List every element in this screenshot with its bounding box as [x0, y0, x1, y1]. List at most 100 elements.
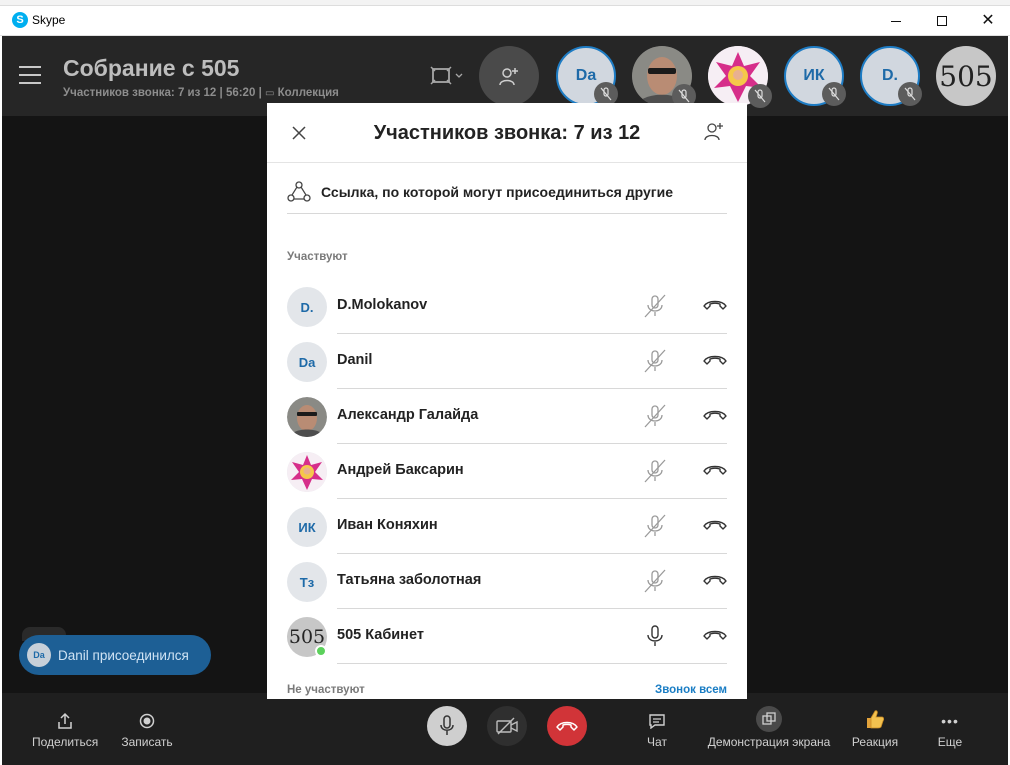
join-message: Danil присоединился — [58, 647, 189, 663]
participant-row[interactable]: D. D.Molokanov — [287, 279, 727, 334]
titlebar-top-strip — [0, 0, 1010, 6]
screen-share-button[interactable]: Демонстрация экрана — [705, 706, 833, 749]
more-icon: ••• — [941, 713, 959, 729]
participant-avatar-top[interactable] — [708, 46, 772, 108]
microphone-muted-icon[interactable] — [642, 403, 668, 429]
more-button[interactable]: ••• Еще — [932, 711, 968, 749]
chat-button[interactable]: Чат — [637, 711, 677, 749]
layout-switch-button[interactable] — [430, 66, 466, 86]
participant-name: D.Molokanov — [337, 297, 428, 313]
microphone-muted-icon[interactable] — [642, 568, 668, 594]
invite-link-row[interactable]: Ссылка, по которой могут присоединиться … — [287, 171, 727, 214]
row-divider — [337, 663, 727, 664]
add-participant-button[interactable] — [479, 46, 539, 106]
avatar: Тз — [287, 562, 327, 602]
app-title: Skype — [32, 13, 66, 27]
join-notification: Da Danil присоединился — [19, 635, 211, 675]
microphone-muted-icon[interactable] — [642, 293, 668, 319]
participant-avatar-top[interactable]: Da — [556, 46, 618, 106]
gallery-icon: ▭ — [264, 88, 275, 99]
thumbs-up-icon — [850, 710, 900, 731]
close-icon: ✕ — [981, 12, 995, 29]
participant-avatar-top[interactable]: 505 — [936, 46, 996, 106]
close-window-button[interactable]: ✕ — [965, 8, 1010, 34]
participant-row[interactable]: Тз Татьяна заболотная — [287, 554, 727, 609]
separator: | — [219, 87, 223, 99]
participant-row[interactable]: ИК Иван Коняхин — [287, 499, 727, 554]
call-toolbar: Поделиться Записать Чат Демонстрация экр… — [2, 693, 1008, 765]
invite-link-label: Ссылка, по которой могут присоединиться … — [321, 184, 674, 200]
participant-row[interactable]: Александр Галайда — [287, 389, 727, 444]
participant-name: Андрей Баксарин — [337, 462, 464, 478]
microphone-button[interactable] — [427, 706, 467, 746]
online-status-icon — [315, 645, 327, 657]
avatar: ИК — [287, 507, 327, 547]
microphone-muted-icon[interactable] — [642, 348, 668, 374]
share-link-icon — [287, 181, 311, 202]
layout-icon — [430, 66, 463, 85]
hangup-icon — [556, 721, 578, 731]
call-all-link[interactable]: Звонок всем — [655, 684, 727, 696]
muted-badge-icon — [748, 84, 772, 108]
avatar: Da — [27, 643, 51, 667]
avatar — [287, 452, 327, 492]
participants-dialog: Участников звонка: 7 из 12 Ссылка, по ко… — [267, 103, 747, 699]
menu-icon[interactable] — [19, 66, 41, 84]
call-subtitle: Участников звонка: 7 из 12 | 56:20 | ▭ К… — [63, 87, 339, 99]
call-title: Собрание с 505 — [63, 55, 240, 81]
remove-from-call-icon[interactable] — [703, 353, 727, 369]
record-icon — [118, 711, 176, 731]
remove-from-call-icon[interactable] — [703, 628, 727, 644]
section-in-call: Участвуют — [287, 251, 348, 263]
maximize-icon — [937, 16, 947, 26]
avatar: Da — [287, 342, 327, 382]
participant-name: Danil — [337, 352, 373, 368]
microphone-icon[interactable] — [642, 623, 668, 649]
participant-name: Татьяна заболотная — [337, 572, 482, 588]
participant-avatar-top[interactable]: D. — [860, 46, 922, 106]
participant-name: 505 Кабинет — [337, 627, 424, 643]
record-button[interactable]: Записать — [118, 711, 176, 749]
call-duration: 56:20 — [225, 87, 256, 99]
skype-logo-icon: S — [12, 12, 28, 28]
screen-share-icon — [705, 706, 833, 732]
camera-off-icon — [496, 717, 518, 735]
participant-name: Александр Галайда — [337, 407, 479, 423]
avatar — [287, 397, 327, 437]
minimize-icon — [891, 20, 901, 22]
dialog-header: Участников звонка: 7 из 12 — [267, 103, 747, 163]
avatar: D. — [287, 287, 327, 327]
section-not-in-call: Не участвуют — [287, 684, 365, 696]
add-person-icon — [499, 68, 518, 86]
muted-badge-icon — [822, 82, 846, 106]
collection-link[interactable]: Коллекция — [278, 87, 339, 99]
remove-from-call-icon[interactable] — [703, 298, 727, 314]
participant-name: Иван Коняхин — [337, 517, 438, 533]
microphone-muted-icon[interactable] — [642, 458, 668, 484]
camera-button[interactable] — [487, 706, 527, 746]
participant-avatar-top[interactable]: ИК — [784, 46, 846, 106]
remove-from-call-icon[interactable] — [703, 463, 727, 479]
add-person-icon — [704, 123, 723, 141]
minimize-button[interactable] — [873, 8, 919, 34]
add-person-button[interactable] — [703, 121, 725, 143]
participant-row[interactable]: 505 505 Кабинет — [287, 609, 727, 664]
participant-row[interactable]: Da Danil — [287, 334, 727, 389]
participant-count: Участников звонка: 7 из 12 — [63, 87, 217, 99]
reaction-button[interactable]: Реакция — [850, 710, 900, 749]
participant-avatar-top[interactable] — [632, 46, 696, 108]
remove-from-call-icon[interactable] — [703, 573, 727, 589]
chat-icon — [637, 711, 677, 731]
dialog-title: Участников звонка: 7 из 12 — [373, 122, 641, 144]
microphone-muted-icon[interactable] — [642, 513, 668, 539]
muted-badge-icon — [898, 82, 922, 106]
window-titlebar: S Skype ✕ — [0, 0, 1010, 36]
separator: | — [258, 87, 262, 99]
remove-from-call-icon[interactable] — [703, 518, 727, 534]
remove-from-call-icon[interactable] — [703, 408, 727, 424]
participant-row[interactable]: Андрей Баксарин — [287, 444, 727, 499]
hangup-button[interactable] — [547, 706, 587, 746]
maximize-button[interactable] — [919, 8, 965, 34]
share-icon — [32, 711, 98, 731]
share-button[interactable]: Поделиться — [32, 711, 98, 749]
